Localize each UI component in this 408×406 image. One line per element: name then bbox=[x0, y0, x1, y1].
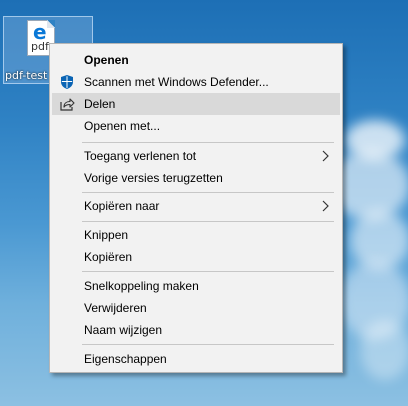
menu-item-knippen[interactable]: Knippen bbox=[52, 224, 340, 246]
menu-item-verwijderen[interactable]: Verwijderen bbox=[52, 297, 340, 319]
menu-item-label: Snelkoppeling maken bbox=[84, 279, 199, 293]
chevron-right-icon bbox=[322, 150, 329, 162]
menu-item-label: Scannen met Windows Defender... bbox=[84, 75, 269, 89]
menu-separator bbox=[82, 192, 334, 193]
menu-item-label: Openen bbox=[84, 53, 129, 67]
pdf-badge: pdf bbox=[31, 40, 49, 53]
menu-item-toegang-verlenen[interactable]: Toegang verlenen tot bbox=[52, 145, 340, 167]
edge-logo-icon: e bbox=[33, 20, 47, 44]
menu-item-label: Kopiëren naar bbox=[84, 199, 160, 213]
context-menu: Openen Scannen met Windows Defender... D… bbox=[49, 43, 343, 373]
menu-item-scannen[interactable]: Scannen met Windows Defender... bbox=[52, 71, 340, 93]
menu-item-eigenschappen[interactable]: Eigenschappen bbox=[52, 348, 340, 370]
menu-item-kopieren-naar[interactable]: Kopiëren naar bbox=[52, 195, 340, 217]
menu-item-label: Eigenschappen bbox=[84, 352, 167, 366]
menu-item-label: Openen met... bbox=[84, 119, 161, 133]
menu-item-label: Toegang verlenen tot bbox=[84, 149, 197, 163]
menu-item-vorige-versies[interactable]: Vorige versies terugzetten bbox=[52, 167, 340, 189]
menu-item-naam-wijzigen[interactable]: Naam wijzigen bbox=[52, 319, 340, 341]
menu-item-label: Delen bbox=[84, 97, 116, 111]
menu-separator bbox=[82, 142, 334, 143]
menu-item-label: Naam wijzigen bbox=[84, 323, 163, 337]
menu-item-openen-met[interactable]: Openen met... bbox=[52, 115, 340, 137]
windows-defender-icon bbox=[61, 75, 73, 89]
menu-separator bbox=[82, 221, 334, 222]
menu-item-label: Verwijderen bbox=[84, 301, 147, 315]
menu-item-snelkoppeling-maken[interactable]: Snelkoppeling maken bbox=[52, 275, 340, 297]
menu-item-kopieren[interactable]: Kopiëren bbox=[52, 246, 340, 268]
menu-item-label: Kopiëren bbox=[84, 250, 133, 264]
desktop-cloud bbox=[360, 320, 408, 380]
menu-item-delen[interactable]: Delen bbox=[52, 93, 340, 115]
chevron-right-icon bbox=[322, 200, 329, 212]
menu-separator bbox=[82, 344, 334, 345]
share-icon bbox=[60, 98, 75, 111]
menu-separator bbox=[82, 271, 334, 272]
menu-item-openen[interactable]: Openen bbox=[52, 49, 340, 71]
menu-item-label: Knippen bbox=[84, 228, 129, 242]
menu-item-label: Vorige versies terugzetten bbox=[84, 171, 223, 185]
